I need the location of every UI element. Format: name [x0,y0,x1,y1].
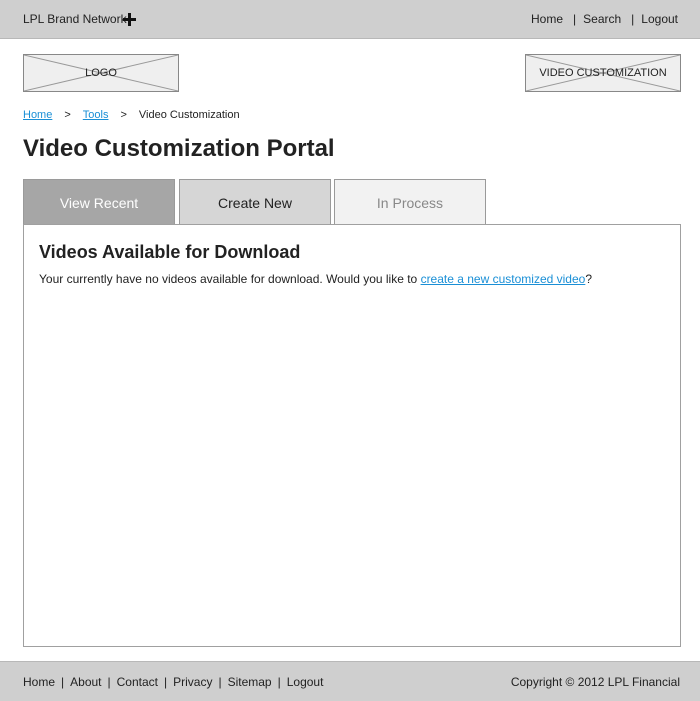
content-panel: Videos Available for Download Your curre… [23,224,681,647]
footer: Home | About | Contact | Privacy | Sitem… [0,661,700,701]
message-text: Your currently have no videos available … [39,272,421,286]
footer-contact[interactable]: Contact [117,675,158,689]
create-video-link[interactable]: create a new customized video [421,272,586,286]
video-customization-placeholder[interactable]: VIDEO CUSTOMIZATION [525,54,681,92]
breadcrumb-separator: > [120,109,127,121]
nav-separator: | [631,12,635,26]
footer-separator: | [61,675,65,689]
nav-separator: | [573,12,577,26]
footer-nav: Home | About | Contact | Privacy | Sitem… [23,675,323,689]
tab-view-recent[interactable]: View Recent [23,179,175,225]
breadcrumb-separator: > [64,109,71,121]
brand-name: LPL Brand Network [23,12,127,26]
page-title: Video Customization Portal [23,135,335,162]
tab-create-new[interactable]: Create New [179,179,331,225]
copyright: Copyright © 2012 LPL Financial [510,675,680,689]
top-nav-logout[interactable]: Logout [641,12,678,26]
plus-icon[interactable] [123,13,136,26]
footer-logout[interactable]: Logout [287,675,324,689]
breadcrumb-home[interactable]: Home [23,109,52,121]
footer-separator: | [163,675,168,689]
panel-title: Videos Available for Download [39,242,301,262]
top-nav-search[interactable]: Search [583,12,621,26]
breadcrumb-current: Video Customization [138,109,240,121]
footer-sitemap[interactable]: Sitemap [228,675,272,689]
footer-home[interactable]: Home [23,675,55,689]
footer-about[interactable]: About [70,675,101,689]
footer-privacy[interactable]: Privacy [173,675,212,689]
tab-in-process[interactable]: In Process [334,179,486,225]
breadcrumb: Home > Tools > Video Customization [23,109,240,121]
footer-separator: | [218,675,222,689]
top-bar: LPL Brand Network Home | Search | Logout [0,0,700,39]
breadcrumb-tools[interactable]: Tools [83,109,109,121]
logo-placeholder: LOGO [23,54,179,92]
empty-state-message: Your currently have no videos available … [39,272,592,286]
footer-separator: | [277,675,281,689]
video-customization-label: VIDEO CUSTOMIZATION [539,67,667,79]
logo-label: LOGO [85,67,117,79]
footer-separator: | [107,675,111,689]
top-nav-home[interactable]: Home [531,12,563,26]
top-nav: Home | Search | Logout [531,12,678,26]
message-suffix: ? [585,272,593,286]
